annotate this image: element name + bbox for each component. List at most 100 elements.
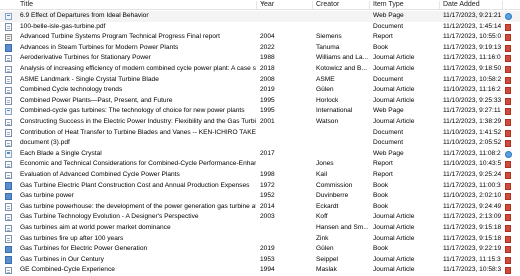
pdf-attachment-icon[interactable] — [505, 97, 513, 105]
table-row[interactable]: Advanced Turbine Systems Program Technic… — [0, 32, 520, 43]
item-creator: Kotowicz and B... — [316, 65, 367, 72]
pdf-attachment-icon[interactable] — [505, 235, 513, 243]
pdf-attachment-icon[interactable] — [505, 23, 513, 31]
table-row[interactable]: Gas turbine powerhouse: the development … — [0, 202, 520, 213]
item-title: Constructing Success in the Electric Pow… — [20, 118, 256, 125]
table-row[interactable]: Analysis of increasing efficiency of mod… — [0, 64, 520, 75]
item-type: Report — [373, 33, 393, 41]
item-type: Book — [373, 192, 389, 200]
column-header-item-type[interactable]: Item Type — [373, 0, 404, 10]
item-title: Contribution of Heat Transfer to Turbine… — [20, 128, 256, 136]
pdf-attachment-icon[interactable] — [505, 161, 513, 169]
item-title: Economic and Technical Considerations fo… — [20, 160, 256, 168]
table-row[interactable]: Evaluation of Advanced Combined Cycle Po… — [0, 170, 520, 181]
pdf-attachment-icon[interactable] — [505, 193, 513, 201]
table-row[interactable]: Combined Cycle technology trends 2019 Güle… — [0, 85, 520, 96]
column-header-creator[interactable]: Creator — [316, 0, 339, 10]
item-year: 2019 — [260, 245, 275, 253]
table-row[interactable]: Gas Turbine Technology Evolution - A Des… — [0, 212, 520, 223]
link-attachment-icon[interactable] — [505, 150, 513, 158]
item-title: document (3).pdf — [20, 139, 70, 147]
pdf-attachment-icon[interactable] — [505, 129, 513, 137]
pdf-attachment-icon[interactable] — [505, 203, 513, 211]
document-icon — [5, 23, 13, 31]
pdf-attachment-icon[interactable] — [505, 34, 513, 42]
item-title: Combined Power Plants—Past, Present, and… — [20, 96, 173, 104]
table-row[interactable]: Aeroderivative Turbines for Stationary P… — [0, 53, 520, 64]
item-year — [260, 11, 294, 22]
pdf-attachment-icon[interactable] — [505, 225, 513, 232]
pdf-attachment-icon[interactable] — [505, 214, 513, 222]
column-divider[interactable] — [502, 1, 503, 9]
column-divider[interactable] — [256, 1, 257, 9]
item-creator: Jones — [316, 160, 334, 168]
pdf-attachment-icon[interactable] — [505, 44, 513, 52]
item-creator — [316, 11, 368, 22]
item-type: Web Page — [373, 107, 404, 115]
item-creator: Gülen — [316, 245, 334, 253]
document-icon — [5, 86, 13, 95]
item-date-added: 11/17/2023, 11:16:0... — [443, 54, 501, 62]
item-year: 2018 — [260, 65, 275, 72]
table-row[interactable]: Gas Turbines in Our Century 1953 Seippel Jo… — [0, 255, 520, 266]
item-title: 6.9 Effect of Departures from Ideal Beha… — [20, 12, 149, 19]
item-year: 2003 — [260, 213, 275, 221]
pdf-attachment-icon[interactable] — [505, 76, 513, 84]
pdf-attachment-icon[interactable] — [505, 87, 513, 95]
item-date-added: 11/10/2023, 1:41:52... — [443, 128, 501, 136]
item-date-added: 11/10/2023, 11:16:2... — [443, 86, 501, 94]
column-divider[interactable] — [439, 1, 440, 9]
table-row[interactable]: Constructing Success in the Electric Pow… — [0, 117, 520, 128]
pdf-attachment-icon[interactable] — [505, 256, 513, 264]
item-year: 1995 — [260, 107, 275, 115]
column-header-year[interactable]: Year — [260, 0, 274, 10]
pdf-attachment-icon[interactable] — [505, 246, 513, 254]
table-row[interactable]: Advances in Steam Turbines for Modern Po… — [0, 43, 520, 54]
item-year — [260, 128, 294, 139]
item-type: Document — [373, 139, 404, 147]
table-row[interactable]: GE Combined-Cycle Experience 1994 Maslak Jo… — [0, 265, 520, 276]
item-year: 2001 — [260, 118, 275, 125]
table-row[interactable]: 100-belle-isle-gas-turbine.pdf Document 11… — [0, 22, 520, 33]
item-type: Document — [373, 128, 404, 136]
book-icon — [5, 245, 13, 254]
table-row[interactable]: Gas Turbine Electric Plant Construction … — [0, 181, 520, 192]
link-attachment-icon[interactable] — [505, 13, 513, 20]
pdf-attachment-icon[interactable] — [505, 267, 513, 275]
table-row[interactable]: Each Blade a Single Crystal 2017 Web Page 1… — [0, 149, 520, 160]
pdf-attachment-icon[interactable] — [505, 55, 513, 63]
table-row[interactable]: 6.9 Effect of Departures from Ideal Beha… — [0, 11, 520, 22]
pdf-attachment-icon[interactable] — [505, 172, 513, 179]
item-creator: Duvinberre — [316, 192, 349, 200]
pdf-attachment-icon[interactable] — [505, 182, 513, 190]
document-icon — [5, 213, 13, 222]
table-row[interactable]: Gas turbines aim at world power market d… — [0, 223, 520, 234]
pdf-attachment-icon[interactable] — [505, 108, 513, 116]
table-row[interactable]: Economic and Technical Considerations fo… — [0, 159, 520, 170]
items-table: Title ^ Year Creator Item Type Date Adde… — [0, 0, 520, 275]
table-row[interactable]: Gas turbine power 1952 Duvinberre Book 11/10… — [0, 191, 520, 202]
column-header-title[interactable]: Title — [20, 0, 33, 10]
table-row[interactable]: Contribution of Heat Transfer to Turbine… — [0, 128, 520, 139]
table-row[interactable]: Gas turbines fire up after 100 years Zink… — [0, 234, 520, 245]
table-row[interactable]: Combined Power Plants—Past, Present, and… — [0, 96, 520, 107]
column-divider[interactable] — [369, 1, 370, 9]
pdf-attachment-icon[interactable] — [505, 119, 513, 126]
pdf-attachment-icon[interactable] — [505, 140, 513, 148]
item-year: 2017 — [260, 149, 275, 157]
table-row[interactable]: ASME Landmark - Single Crystal Turbine B… — [0, 75, 520, 86]
document-icon — [5, 54, 13, 63]
pdf-attachment-icon[interactable] — [505, 66, 513, 73]
item-type: Journal Article — [373, 224, 415, 231]
table-row[interactable]: Gas Turbines for Electric Power Generati… — [0, 244, 520, 255]
item-date-added: 11/17/2023, 9:27:11... — [443, 107, 501, 115]
table-row[interactable]: document (3).pdf Document 11/10/2023, 2:05… — [0, 138, 520, 149]
item-date-added: 11/10/2023, 2:05:52... — [443, 139, 501, 147]
table-row[interactable]: Combined-cycle gas turbines: The technol… — [0, 106, 520, 117]
column-header-date-added[interactable]: Date Added — [443, 0, 480, 10]
item-date-added: 11/17/2023, 9:18:50... — [443, 65, 501, 72]
item-year: 2008 — [260, 75, 275, 83]
item-creator: Maslak — [316, 266, 337, 274]
item-creator: Horlock — [316, 96, 339, 104]
column-divider[interactable] — [312, 1, 313, 9]
